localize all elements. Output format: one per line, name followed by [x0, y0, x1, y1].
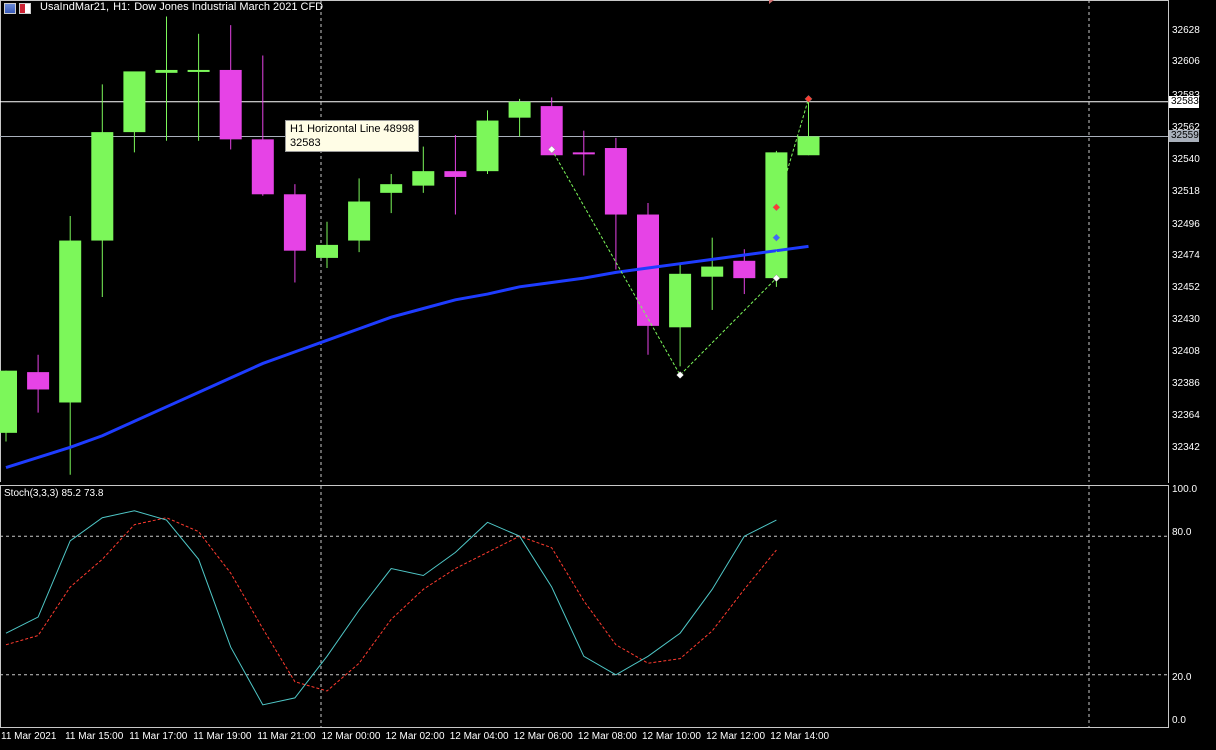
candles-group — [0, 16, 820, 475]
candle — [797, 100, 820, 156]
price-tick-label: 32430 — [1172, 314, 1200, 325]
candle-body — [701, 266, 724, 277]
symbol-description: Dow Jones Industrial March 2021 CFD — [134, 1, 324, 13]
candle — [251, 55, 274, 196]
candle — [412, 146, 435, 193]
time-tick-label: 11 Mar 19:00 — [193, 731, 252, 742]
timeframe-label: H1: — [113, 1, 131, 13]
time-tick-label: 11 Mar 2021 — [1, 731, 57, 742]
price-tick-label: 32452 — [1172, 282, 1200, 293]
time-tick-label: 12 Mar 14:00 — [770, 731, 830, 742]
candle-body — [380, 184, 403, 193]
price-tick-label: 32408 — [1172, 346, 1200, 357]
arrow-marker-top — [769, 0, 774, 4]
time-tick-label: 11 Mar 17:00 — [129, 731, 188, 742]
symbol-name: UsaIndMar21, — [40, 1, 110, 13]
candle-body — [604, 148, 627, 215]
stochastic-tick-label: 0.0 — [1172, 715, 1186, 726]
candle — [476, 110, 499, 175]
horizontal-line-tooltip: H1 Horizontal Line 48998 32583 — [285, 120, 420, 152]
stochastic-main-value: 85.2 — [61, 488, 81, 499]
candle — [187, 33, 210, 141]
candle-body — [91, 132, 114, 241]
candle-body — [316, 244, 338, 258]
chart-window-icon — [4, 3, 16, 14]
stochastic-tick-label: 20.0 — [1172, 672, 1192, 683]
candle — [316, 221, 338, 269]
price-tick-label: 32540 — [1172, 154, 1200, 165]
price-tick-label: 32342 — [1172, 442, 1200, 453]
candle-body — [219, 69, 242, 140]
candle-body — [476, 120, 499, 172]
tooltip-line-value: 32583 — [290, 137, 321, 149]
candle — [604, 137, 627, 270]
window-icons — [4, 3, 31, 14]
candle — [669, 263, 692, 367]
chart-canvas[interactable] — [0, 0, 1216, 750]
time-tick-label: 11 Mar 21:00 — [257, 731, 316, 742]
price-tick-label: 32606 — [1172, 56, 1200, 67]
time-tick-label: 11 Mar 15:00 — [65, 731, 124, 742]
candle-body — [155, 69, 178, 73]
candle-body — [59, 240, 82, 403]
stochastic-name: Stoch(3,3,3) — [4, 488, 59, 499]
candle-body — [348, 201, 371, 241]
price-tick-label: 32364 — [1172, 410, 1200, 421]
candle — [27, 354, 50, 413]
tooltip-line-name: H1 Horizontal Line 48998 — [290, 123, 415, 135]
candle — [155, 16, 178, 141]
time-tick-label: 12 Mar 00:00 — [321, 731, 381, 742]
candle — [0, 370, 17, 442]
candle-body — [27, 372, 50, 390]
stochastic-label: Stoch(3,3,3) 85.2 73.8 — [4, 488, 106, 499]
candle — [701, 237, 724, 310]
candle — [380, 174, 403, 214]
candle-body — [0, 370, 17, 433]
symbol-flag-icon — [19, 3, 31, 14]
chart-header: UsaIndMar21, H1: Dow Jones Industrial Marc… — [40, 1, 327, 13]
price-tick-label: 32386 — [1172, 378, 1200, 389]
price-marker-label: 32583 — [1169, 95, 1199, 108]
candle-body — [733, 260, 756, 279]
candle — [91, 84, 114, 297]
time-tick-label: 12 Mar 12:00 — [706, 731, 766, 742]
stochastic-signal-value: 73.8 — [83, 488, 104, 499]
candle — [59, 215, 82, 475]
candle — [283, 184, 306, 283]
price-tick-label: 32518 — [1172, 186, 1200, 197]
candle-body — [412, 171, 435, 186]
candle-body — [123, 71, 146, 133]
candle-body — [765, 152, 788, 279]
price-marker-label: 32559 — [1169, 130, 1199, 143]
candle — [444, 135, 467, 215]
stochastic-tick-label: 80.0 — [1172, 527, 1192, 538]
price-tick-label: 32628 — [1172, 25, 1200, 36]
candle-body — [572, 152, 595, 155]
price-tick-label: 32496 — [1172, 219, 1200, 230]
candle — [572, 130, 595, 176]
stochastic-frame — [0, 485, 1169, 728]
candle-body — [669, 273, 692, 328]
candle-body — [797, 136, 820, 156]
stochastic-tick-label: 100.0 — [1172, 484, 1198, 495]
candle-body — [444, 171, 467, 177]
stochastic-signal-line — [5, 517, 777, 692]
stochastic-main-line — [5, 510, 777, 706]
candle — [508, 98, 531, 137]
time-tick-label: 12 Mar 10:00 — [642, 731, 701, 742]
candle — [123, 71, 146, 153]
ma-clip-gap — [0, 482, 1168, 485]
time-tick-label: 12 Mar 08:00 — [577, 731, 637, 742]
candle-body — [283, 194, 306, 251]
candle — [219, 25, 242, 150]
time-tick-label: 12 Mar 04:00 — [449, 731, 509, 742]
price-tick-label: 32474 — [1172, 250, 1200, 261]
candle-body — [508, 101, 531, 118]
candle — [348, 178, 371, 253]
candle-body — [187, 69, 210, 72]
time-tick-label: 12 Mar 06:00 — [513, 731, 573, 742]
time-tick-label: 12 Mar 02:00 — [385, 731, 445, 742]
candle-body — [251, 139, 274, 195]
